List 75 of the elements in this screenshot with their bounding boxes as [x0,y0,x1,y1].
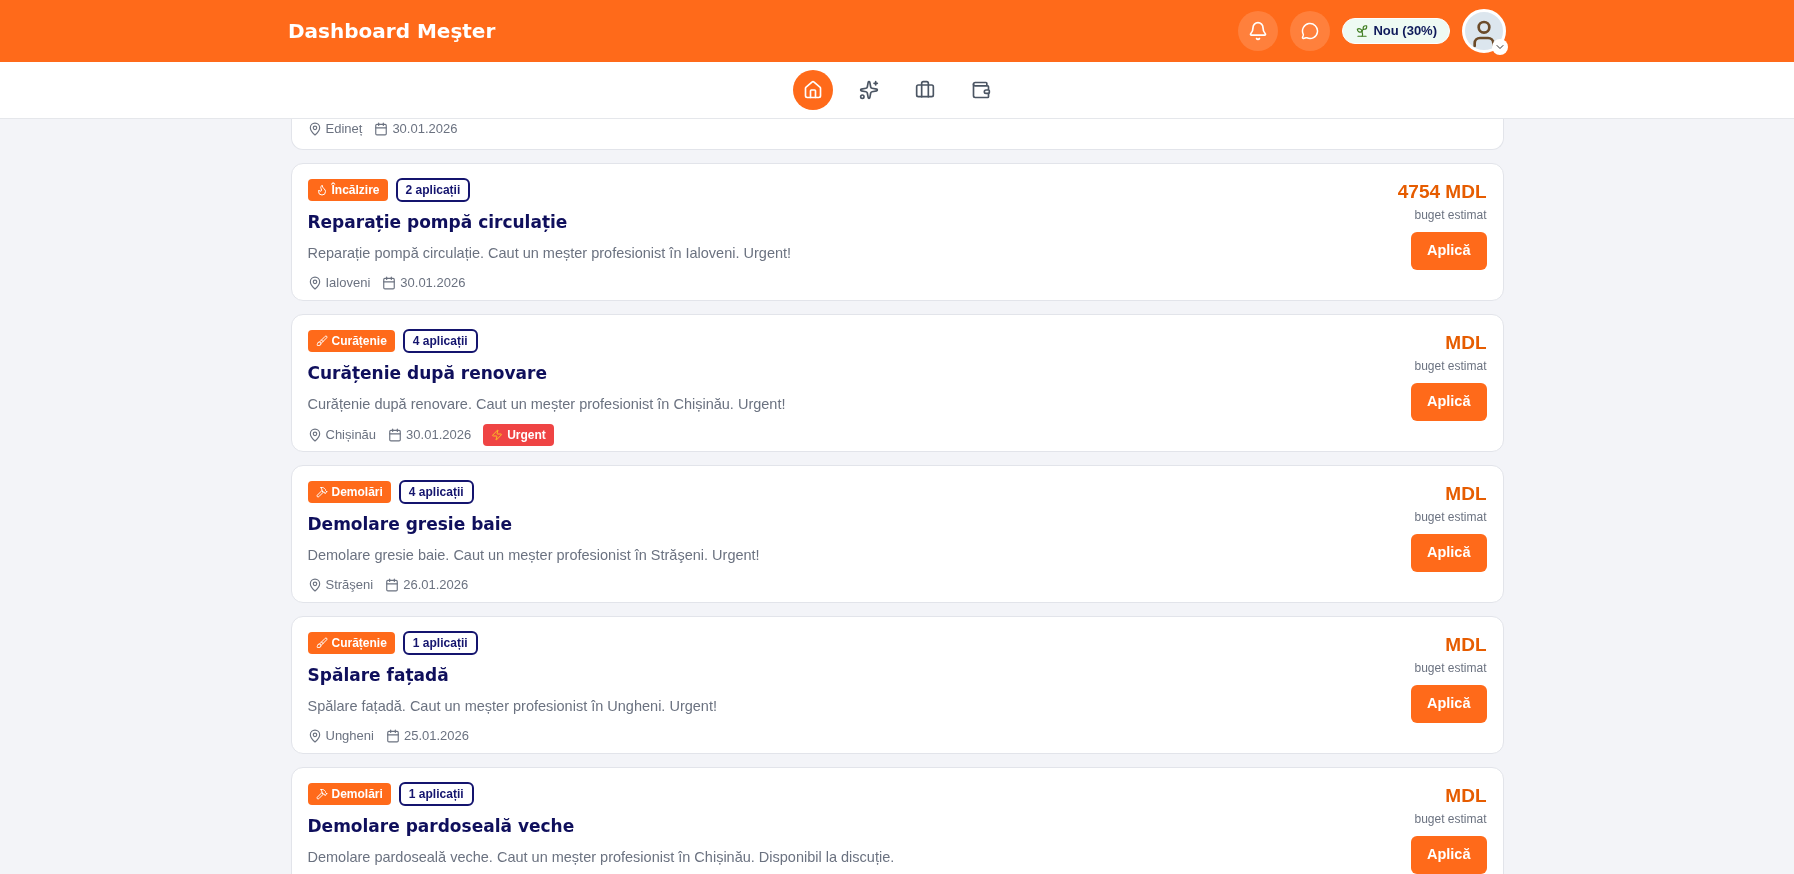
budget-amount: MDL [1445,330,1487,355]
apply-button[interactable]: Aplică [1411,534,1487,572]
job-date: 30.01.2026 [400,273,466,292]
apply-button[interactable]: Aplică [1411,836,1487,874]
urgent-tag: Urgent [483,423,554,446]
budget-amount: 4754 MDL [1397,179,1487,204]
briefcase-icon [915,80,935,100]
location-pin-icon [307,427,322,442]
applications-count: 1 aplicații [398,781,474,806]
chevron-down-icon[interactable] [1492,39,1508,55]
job-date: 30.01.2026 [406,426,472,444]
calendar-icon [388,427,403,442]
category-tag: Curățenie [307,631,395,654]
calendar-icon [385,728,400,743]
brush-icon [315,334,328,347]
budget-amount: MDL [1445,632,1487,657]
level-badge: Nou (30%) [1342,18,1450,44]
job-description: Demolare gresie baie. Caut un meșter profesionist în Străşeni. Urgent! [307,546,760,565]
job-description: Curățenie după renovare. Caut un meșter profesionist în Chișinău. Urgent! [307,395,786,414]
calendar-icon [374,121,389,136]
applications-count: 1 aplicații [402,630,478,655]
job-title: Reparație pompă circulație [307,210,569,234]
job-title: Demolare pardoseală veche [307,814,576,838]
location-pin-icon [307,577,322,592]
lightning-icon [491,428,504,441]
category-tag: Demolări [307,480,391,503]
hammer-icon [315,787,328,800]
applications-count: 4 aplicații [398,479,474,504]
brush-icon [315,636,328,649]
budget-label: buget estimat [1414,660,1487,677]
category-tag: Încălzire [307,178,388,201]
job-description: Spălare fațadă. Caut un meșter profesionist în Ungheni. Urgent! [307,697,717,716]
calendar-icon [382,275,397,290]
job-title: Spălare fațadă [307,663,450,687]
applications-count: 4 aplicații [402,328,478,353]
chat-bubble-icon [1301,22,1320,40]
budget-amount: MDL [1445,783,1487,808]
job-location: Chișinău [325,426,377,444]
job-description: Demolare pardoseală veche. Caut un meșter profesionist în Chișinău. Disponibil la discuție. [307,848,895,867]
notifications-button[interactable] [1238,11,1279,51]
apply-button[interactable]: Aplică [1411,383,1487,421]
job-date: 26.01.2026 [403,575,469,594]
apply-button[interactable]: Aplică [1411,232,1487,270]
location-pin-icon [307,728,322,743]
messages-button[interactable] [1290,11,1331,51]
apply-button[interactable]: Aplică [1411,685,1487,723]
location-pin-icon [307,275,322,290]
sparkles-icon [859,80,879,100]
location-pin-icon [307,121,322,136]
flame-icon [315,183,328,196]
budget-label: buget estimat [1414,358,1487,375]
job-title: Demolare gresie baie [307,512,514,536]
calendar-icon [385,577,400,592]
applications-count: 2 aplicații [395,177,471,202]
job-location: Ialoveni [325,273,371,292]
budget-label: buget estimat [1414,207,1487,224]
hammer-icon [315,485,328,498]
category-tag: Demolări [307,782,391,805]
app-title: Dashboard Meşter [288,18,496,45]
home-icon [803,80,823,100]
job-location: Edineț [325,120,363,138]
sprout-icon [1355,24,1370,38]
bell-icon [1248,21,1269,41]
job-description: Reparație pompă circulație. Caut un meșter profesionist în Ialoveni. Urgent! [307,244,792,263]
budget-label: buget estimat [1414,811,1487,828]
avatar[interactable] [1462,9,1506,53]
job-location: Străşeni [325,575,374,594]
job-title: Curățenie după renovare [307,361,548,385]
job-date: 30.01.2026 [392,120,458,138]
budget-amount: MDL [1445,481,1487,506]
category-tag: Curățenie [307,329,395,352]
wallet-icon [971,80,991,100]
job-date: 25.01.2026 [403,726,469,745]
budget-label: buget estimat [1414,509,1487,526]
job-location: Ungheni [325,726,374,745]
